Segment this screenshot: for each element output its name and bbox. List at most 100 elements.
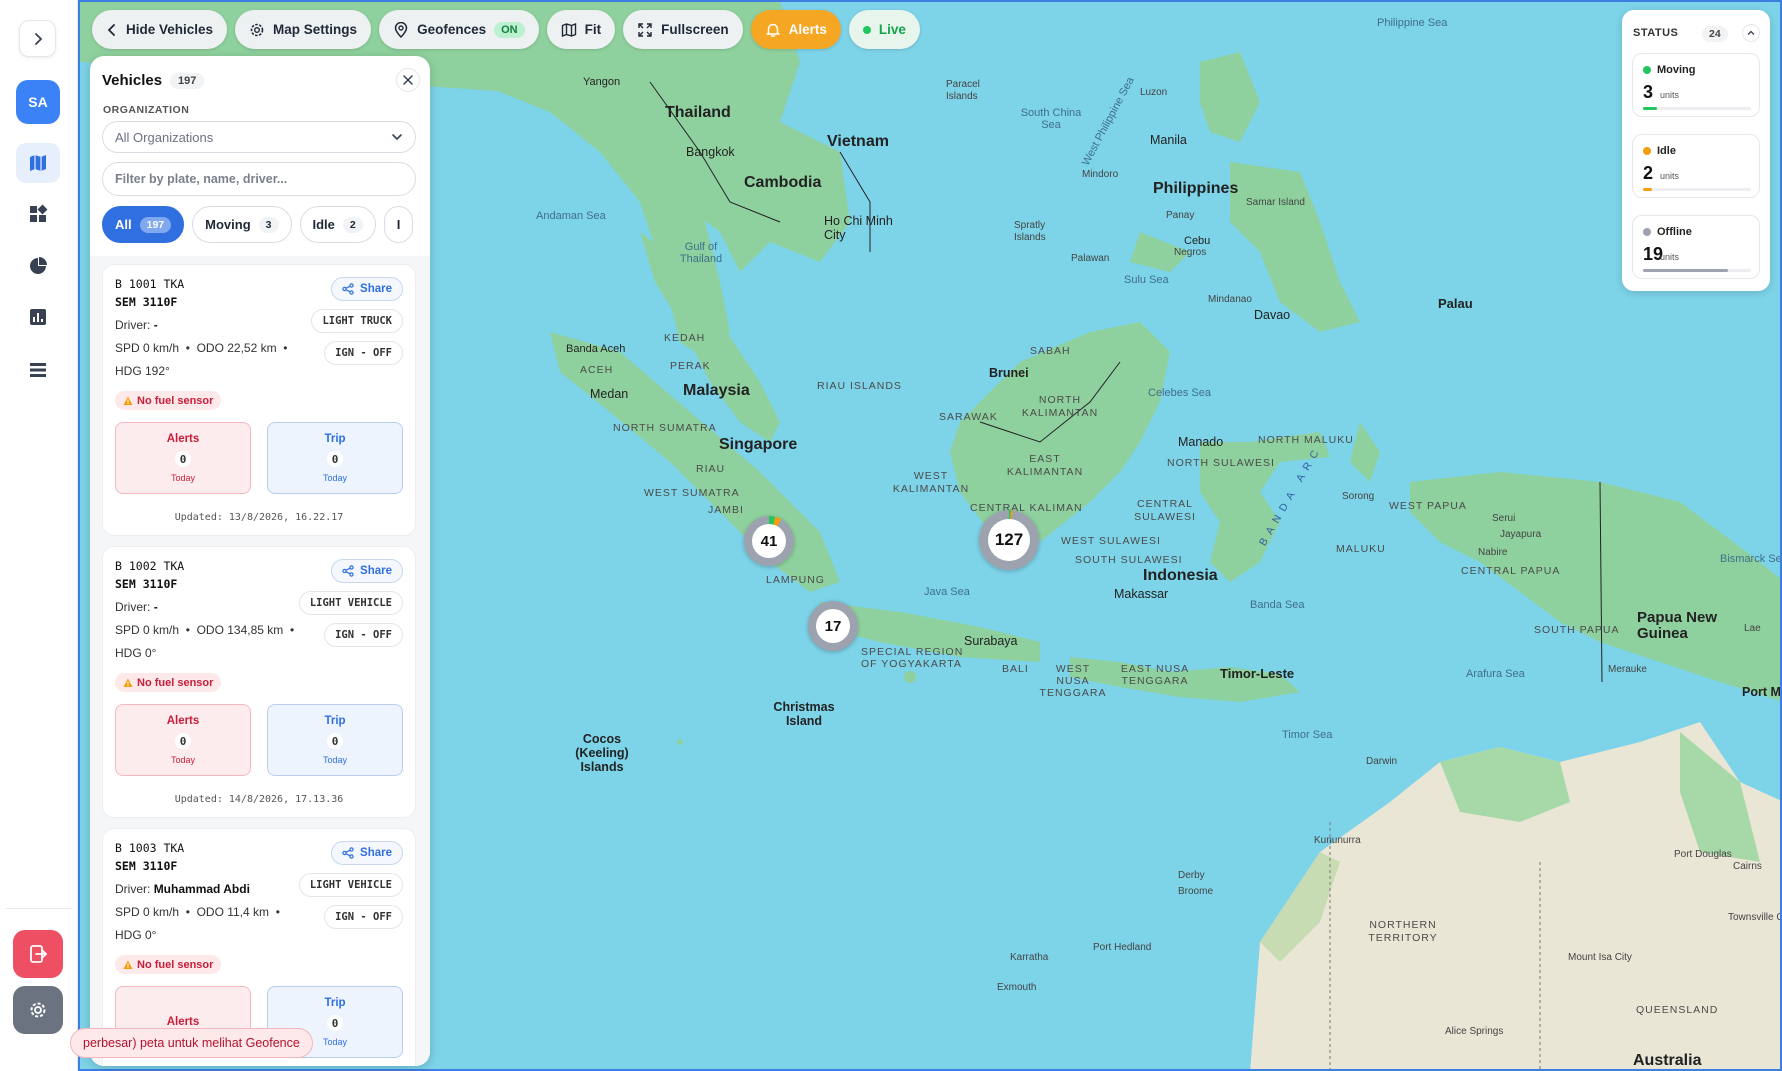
trip-tile-label: Trip: [324, 433, 346, 445]
dashboard-nav-button[interactable]: [16, 194, 60, 234]
map-region-bali: BALI: [1002, 663, 1029, 675]
map-label-singapore: Singapore: [719, 436, 798, 453]
map-city-darwin: Darwin: [1366, 756, 1398, 767]
map-island-cocos: Cocos (Keeling) Islands: [575, 732, 629, 774]
vehicle-card[interactable]: B 1002 TKA SEM 3110F Driver: - SPD 0 km/…: [102, 546, 416, 818]
hide-vehicles-button[interactable]: Hide Vehicles: [92, 10, 228, 49]
map-sea-philippine: Philippine Sea: [1377, 17, 1448, 29]
list-nav-button[interactable]: [16, 350, 60, 390]
map-sea-java: Java Sea: [924, 586, 970, 598]
vehicle-filter-input[interactable]: [102, 162, 416, 196]
map-region-south-papua: SOUTH PAPUA: [1534, 624, 1620, 636]
map-city-exmouth: Exmouth: [997, 982, 1037, 993]
close-icon: [403, 75, 413, 85]
trip-tile-label: Trip: [324, 997, 346, 1009]
map-sea-banda: Banda Sea: [1250, 599, 1305, 611]
map-city-cairns: Cairns: [1733, 861, 1762, 872]
trip-today-tile[interactable]: Trip 0 Today: [267, 422, 403, 494]
map-label-brunei: Brunei: [989, 366, 1029, 380]
map-icon: [561, 22, 576, 37]
map-region-north-maluku: NORTH MALUKU: [1258, 434, 1354, 446]
share-button[interactable]: Share: [331, 277, 403, 301]
alerts-today-tile[interactable]: Alerts 0 Today: [115, 422, 251, 494]
map-toolbar: Hide Vehicles Map Settings Geofences ON …: [92, 10, 920, 50]
share-label: Share: [360, 283, 392, 295]
vehicle-cluster-marker[interactable]: 41: [744, 516, 794, 566]
chevron-up-icon: [1747, 30, 1755, 35]
vehicle-card[interactable]: B 1001 TKA SEM 3110F Driver: - SPD 0 km/…: [102, 264, 416, 536]
status-card-idle[interactable]: Idle 2 units: [1632, 134, 1760, 198]
map-region-north-sulawesi: NORTH SULAWESI: [1167, 457, 1275, 469]
status-dot-icon: [1643, 228, 1651, 236]
vehicle-stats: SPD 0 km/h • ODO 11,4 km •: [115, 905, 280, 919]
trip-today-tile[interactable]: Trip 0 Today: [267, 704, 403, 776]
panel-title: Vehicles: [102, 72, 163, 89]
map-city-makassar: Makassar: [1114, 587, 1169, 601]
map-city-manado: Manado: [1178, 435, 1224, 449]
fit-button[interactable]: Fit: [546, 10, 616, 49]
status-card-moving[interactable]: Moving 3 units: [1632, 53, 1760, 117]
map-city-medan: Medan: [590, 387, 629, 401]
trip-tile-count: 0: [327, 1015, 343, 1031]
vehicle-stats: SPD 0 km/h • ODO 22,52 km •: [115, 341, 288, 355]
map-region-central-papua: CENTRAL PAPUA: [1461, 565, 1561, 577]
fuel-warning-badge: No fuel sensor: [115, 955, 222, 974]
vehicle-driver: Driver: -: [115, 600, 158, 614]
chip-idle[interactable]: Idle 2: [299, 206, 376, 243]
collapse-status-button[interactable]: [1742, 24, 1760, 42]
live-toggle[interactable]: Live: [848, 10, 920, 49]
bell-icon: [765, 23, 780, 37]
chip-moving[interactable]: Moving 3: [192, 206, 292, 243]
vehicle-heading: HDG 0°: [115, 646, 157, 660]
logout-button[interactable]: [13, 930, 63, 978]
status-value: 2: [1643, 163, 1654, 183]
user-avatar[interactable]: SA: [16, 80, 60, 124]
vehicle-cluster-marker[interactable]: 17: [808, 601, 858, 651]
chip-count: 3: [258, 216, 279, 233]
chip-offline[interactable]: I: [383, 206, 414, 243]
map-label-indonesia: Indonesia: [1143, 567, 1218, 584]
trip-tile-count: 0: [327, 733, 343, 749]
map-settings-button[interactable]: Map Settings: [235, 10, 372, 49]
vehicle-driver: Driver: -: [115, 318, 158, 332]
alerts-button[interactable]: Alerts: [750, 10, 841, 49]
settings-button[interactable]: [13, 986, 63, 1034]
fuel-warning-badge: No fuel sensor: [115, 673, 222, 692]
map-region-queensland: QUEENSLAND: [1636, 1004, 1719, 1016]
geofences-toggle[interactable]: Geofences ON: [379, 10, 539, 49]
analytics-nav-button[interactable]: [16, 246, 60, 286]
vehicles-panel: Vehicles 197 ORGANIZATION All Organizati…: [90, 56, 430, 1066]
share-label: Share: [360, 847, 392, 859]
expand-sidebar-button[interactable]: [19, 20, 56, 57]
status-progress-track: [1643, 188, 1751, 191]
map-city-nabire: Nabire: [1478, 547, 1508, 558]
status-title: STATUS: [1633, 27, 1679, 39]
status-card-offline[interactable]: Offline 19 units: [1632, 215, 1760, 279]
vehicle-plate: B 1002 TKA: [115, 559, 185, 573]
status-name-label: Moving: [1657, 64, 1696, 76]
status-progress-fill: [1643, 188, 1652, 191]
map-label-australia: Australia: [1633, 1052, 1702, 1069]
fullscreen-button[interactable]: Fullscreen: [623, 10, 743, 49]
chevron-down-icon: [392, 134, 402, 141]
status-name-label: Offline: [1657, 226, 1692, 238]
chip-all[interactable]: All 197: [102, 206, 185, 243]
map-sea-andaman: Andaman Sea: [536, 210, 606, 222]
vehicle-cluster-marker[interactable]: 127: [979, 510, 1039, 570]
status-unit: units: [1660, 90, 1680, 100]
map-city-davao: Davao: [1254, 308, 1291, 322]
share-button[interactable]: Share: [331, 841, 403, 865]
share-button[interactable]: Share: [331, 559, 403, 583]
organization-select[interactable]: All Organizations: [102, 121, 416, 153]
map-island-panay: Panay: [1166, 210, 1195, 221]
close-panel-button[interactable]: [396, 68, 420, 92]
map-region-sabah: SABAH: [1030, 345, 1071, 357]
map-nav-button[interactable]: [16, 143, 60, 183]
vehicle-type-badge: LIGHT TRUCK: [311, 309, 403, 333]
driver-label: Driver:: [115, 318, 151, 332]
reports-nav-button[interactable]: [16, 297, 60, 337]
driver-label: Driver:: [115, 882, 151, 896]
alerts-today-tile[interactable]: Alerts 0 Today: [115, 704, 251, 776]
geofence-hint-toast: perbesar) peta untuk melihat Geofence: [70, 1028, 313, 1058]
alerts-label: Alerts: [788, 22, 827, 37]
